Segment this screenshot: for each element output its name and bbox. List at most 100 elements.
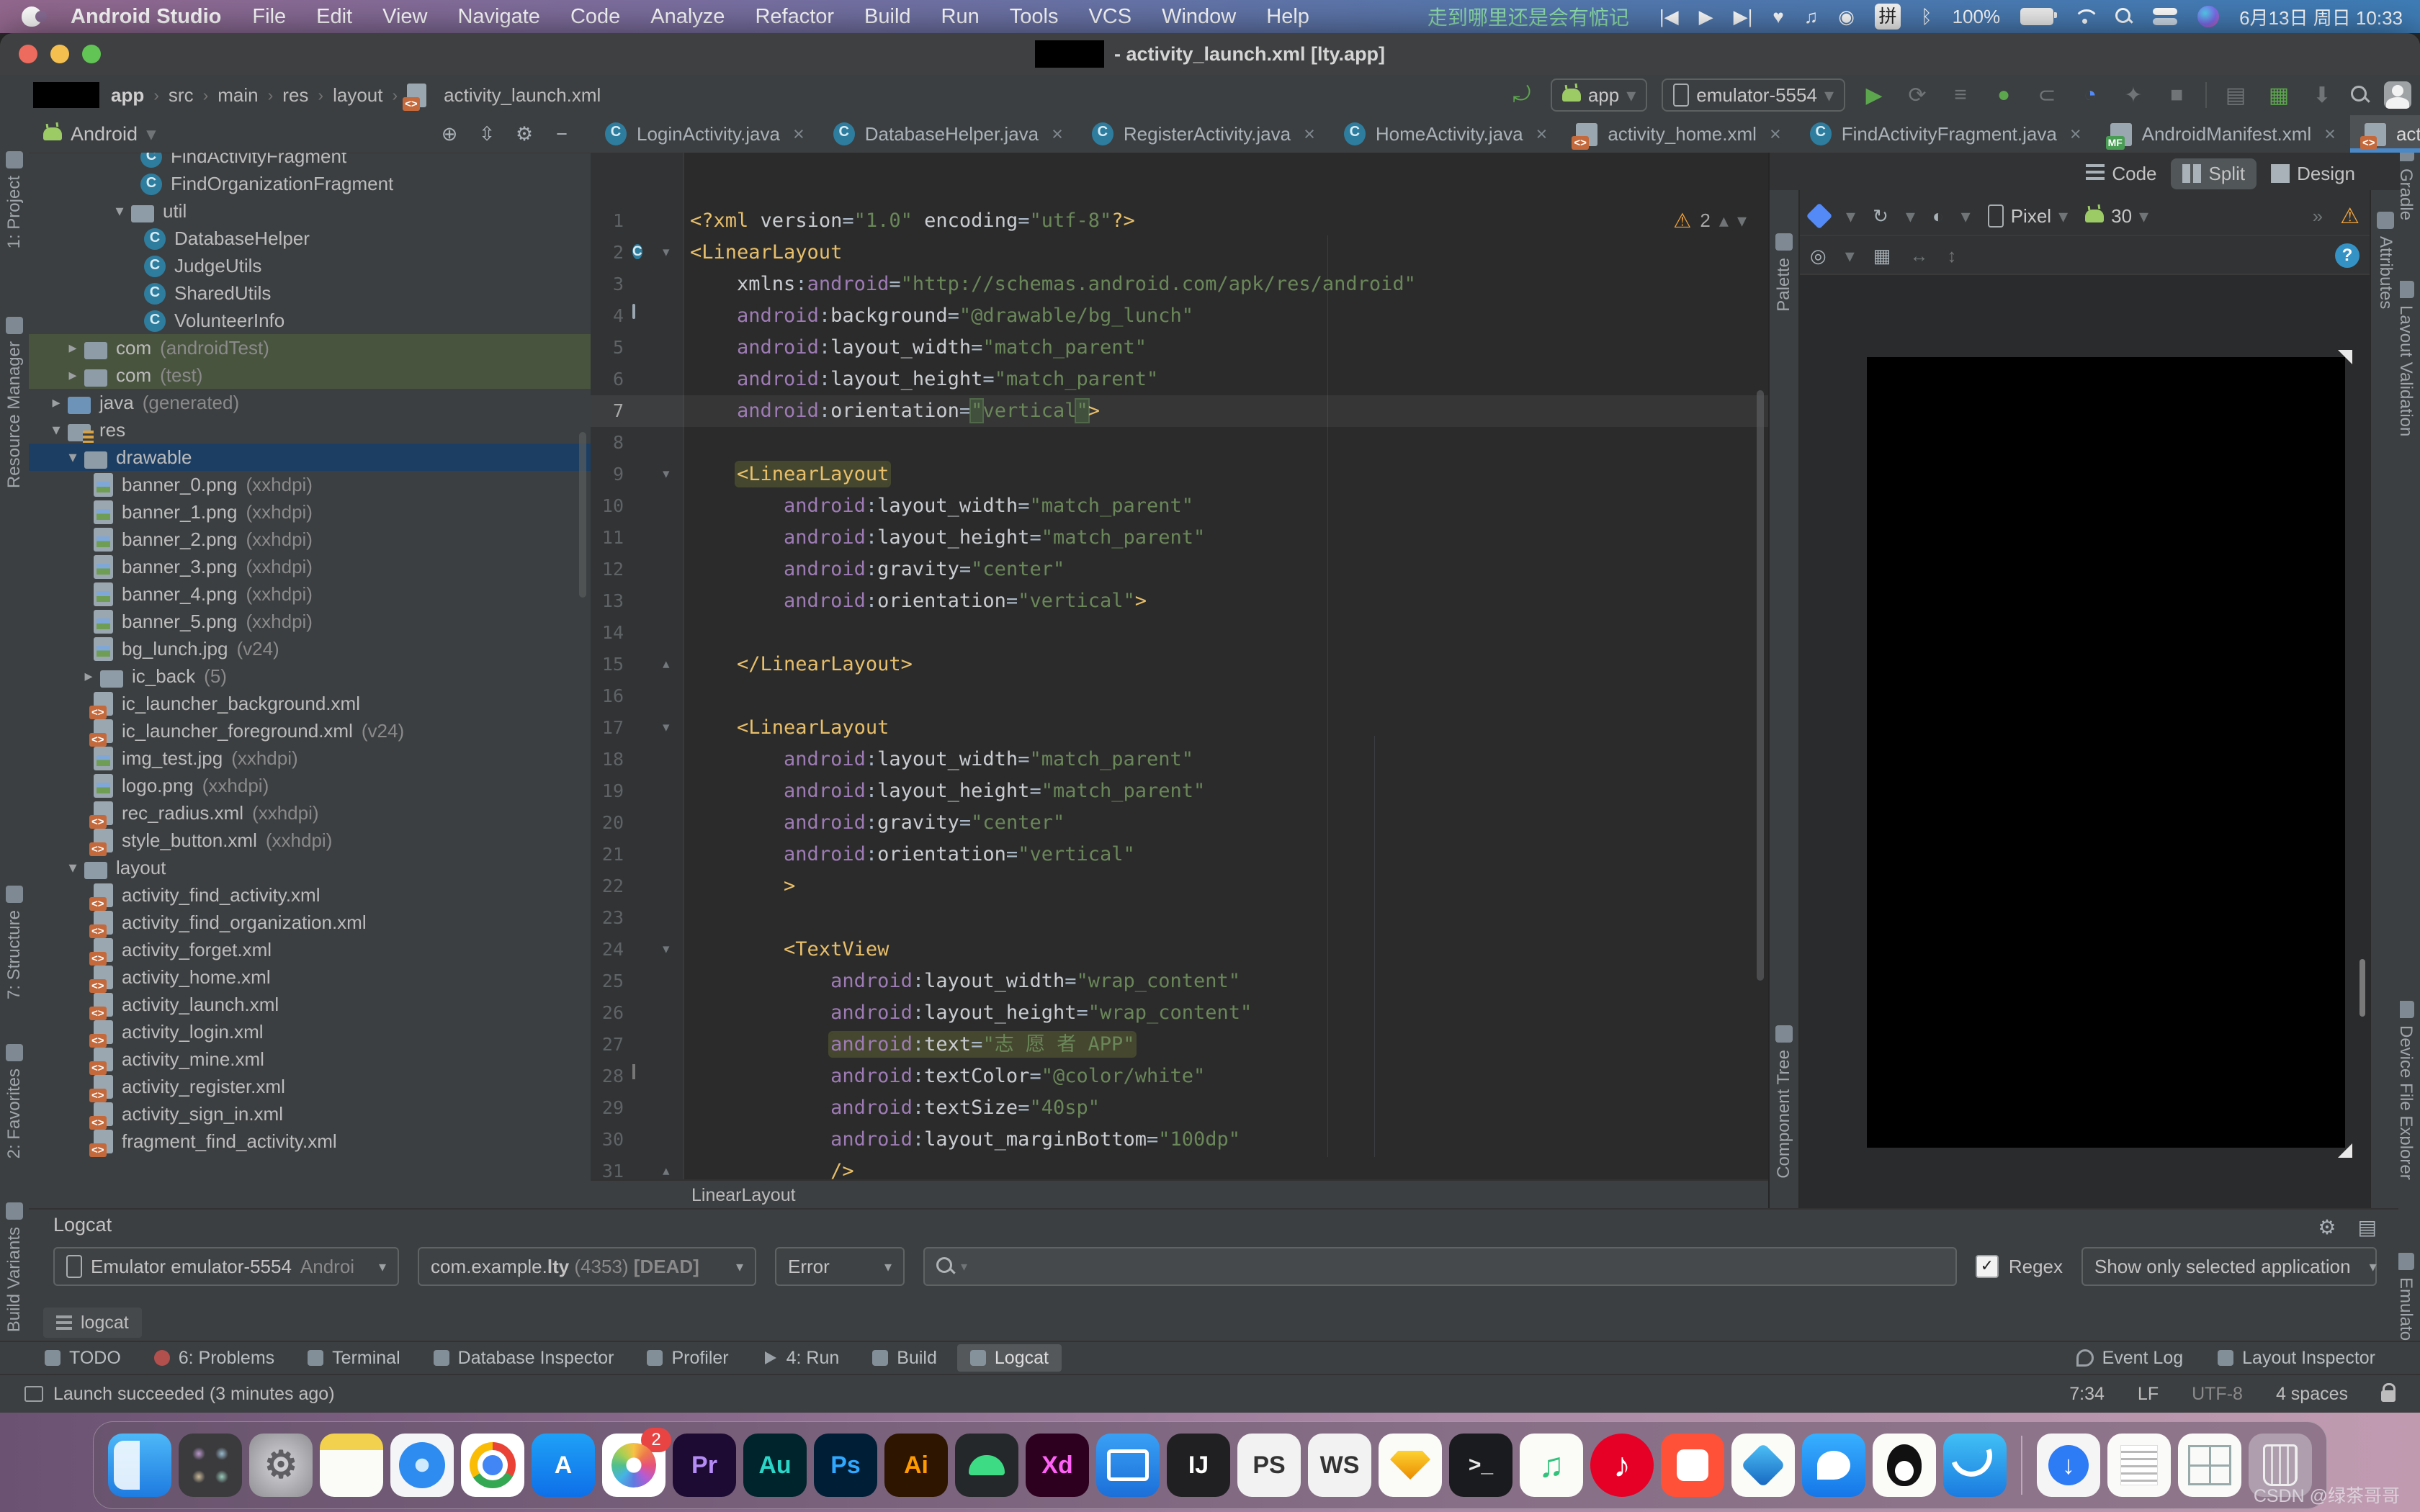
- tree-row[interactable]: banner_0.png(xxhdpi): [29, 471, 591, 498]
- chevron-expanded-icon[interactable]: ▾: [108, 202, 131, 220]
- mode-code[interactable]: Code: [2074, 158, 2168, 189]
- dock-icon-qq-music[interactable]: ♫: [1520, 1434, 1583, 1497]
- sync-project-icon[interactable]: ⤾: [1507, 81, 1536, 109]
- bluetooth-icon[interactable]: ᛒ: [1921, 6, 1932, 28]
- close-tab-icon[interactable]: ×: [1304, 123, 1315, 145]
- logcat-search-input[interactable]: ▾: [923, 1247, 1957, 1286]
- dock-icon-notes[interactable]: [320, 1434, 383, 1497]
- logcat-settings-gear-icon[interactable]: ⚙: [2318, 1215, 2336, 1239]
- editor-tab[interactable]: FindActivityFragment.java×: [1796, 115, 2096, 153]
- gear-icon[interactable]: ⚙: [510, 123, 539, 145]
- tree-row[interactable]: banner_5.png(xxhdpi): [29, 608, 591, 635]
- tree-row[interactable]: FindOrganizationFragment: [29, 170, 591, 197]
- dock-icon-photos[interactable]: 2: [602, 1434, 666, 1497]
- code-line[interactable]: 4 android:background="@drawable/bg_lunch…: [591, 300, 1768, 332]
- dock-icon-netease-music[interactable]: ♪: [1590, 1434, 1654, 1497]
- code-line[interactable]: 19 android:layout_height="match_parent": [591, 775, 1768, 807]
- tool-window-tab-database[interactable]: Database Inspector: [421, 1344, 627, 1372]
- code-line[interactable]: 24▾ <TextView: [591, 934, 1768, 966]
- tree-row[interactable]: banner_2.png(xxhdpi): [29, 526, 591, 553]
- breadcrumb-item[interactable]: layout: [333, 84, 382, 107]
- close-tab-icon[interactable]: ×: [1536, 123, 1548, 145]
- dock-icon-settings[interactable]: [249, 1434, 313, 1497]
- apply-code-changes-icon[interactable]: ≡: [1946, 81, 1975, 109]
- menu-item[interactable]: Help: [1251, 5, 1325, 29]
- locate-file-icon[interactable]: ⊕: [435, 123, 464, 145]
- editor-tab[interactable]: activity_home.xml×: [1561, 115, 1795, 153]
- logcat-level-select[interactable]: Error▾: [775, 1247, 905, 1286]
- breadcrumb-item[interactable]: app: [111, 84, 144, 107]
- code-line[interactable]: 30 android:layout_marginBottom="100dp": [591, 1124, 1768, 1156]
- editor-scrollbar[interactable]: [1757, 390, 1764, 981]
- logcat-subtab[interactable]: logcat: [43, 1308, 142, 1338]
- caret-position[interactable]: 7:34: [2069, 1384, 2105, 1405]
- tree-row[interactable]: activity_find_activity.xml: [29, 881, 591, 909]
- design-scrollbar[interactable]: [2360, 959, 2365, 1017]
- user-avatar[interactable]: [2384, 81, 2411, 109]
- menu-item[interactable]: Window: [1147, 5, 1251, 29]
- editor-tab[interactable]: LoginActivity.java×: [591, 115, 819, 153]
- tree-row[interactable]: activity_login.xml: [29, 1018, 591, 1045]
- breadcrumb-item[interactable]: main: [218, 84, 258, 107]
- avd-manager-icon[interactable]: ▦: [2264, 81, 2293, 109]
- stop-button[interactable]: ■: [2162, 81, 2191, 109]
- breadcrumb-item[interactable]: res: [282, 84, 308, 107]
- project-tree-scrollbar[interactable]: [579, 432, 586, 598]
- lock-icon[interactable]: [2381, 1390, 2396, 1402]
- tab-attributes[interactable]: Attributes: [2371, 212, 2400, 309]
- logcat-process-select[interactable]: com.example.lty (4353) [DEAD] ▾: [418, 1247, 756, 1286]
- play-circle-icon[interactable]: ◉: [1838, 6, 1855, 28]
- tree-row[interactable]: banner_4.png(xxhdpi): [29, 580, 591, 608]
- code-line[interactable]: 17▾ <LinearLayout: [591, 712, 1768, 744]
- spotlight-search-icon[interactable]: [2115, 8, 2133, 25]
- logcat-panel-layout-icon[interactable]: ▤: [2358, 1215, 2377, 1239]
- fold-marker-icon[interactable]: ▴: [663, 649, 670, 680]
- tree-row[interactable]: ▸com(androidTest): [29, 334, 591, 361]
- code-line[interactable]: 16: [591, 680, 1768, 712]
- tree-row[interactable]: ic_launcher_background.xml: [29, 690, 591, 717]
- run-button[interactable]: ▶: [1860, 81, 1888, 109]
- tree-row[interactable]: img_test.jpg(xxhdpi): [29, 744, 591, 772]
- dock-icon-tim[interactable]: [1943, 1434, 2007, 1497]
- fold-marker-icon[interactable]: ▾: [663, 459, 670, 490]
- code-line[interactable]: 6 android:layout_height="match_parent": [591, 364, 1768, 395]
- file-encoding[interactable]: UTF-8: [2192, 1384, 2243, 1405]
- device-picker[interactable]: Pixel▾: [1988, 204, 2068, 228]
- menu-item[interactable]: Edit: [301, 5, 367, 29]
- dock-icon-safari[interactable]: [390, 1434, 454, 1497]
- device-select[interactable]: emulator-5554▾: [1662, 78, 1845, 112]
- tree-row[interactable]: banner_3.png(xxhdpi): [29, 553, 591, 580]
- tab-component-tree[interactable]: Component Tree: [1770, 1025, 1798, 1179]
- code-line[interactable]: 14: [591, 617, 1768, 649]
- pan-icon[interactable]: ▦: [1873, 245, 1891, 267]
- menu-item[interactable]: File: [237, 5, 301, 29]
- media-previous-icon[interactable]: |◀: [1659, 6, 1679, 28]
- editor-tab[interactable]: DatabaseHelper.java×: [819, 115, 1077, 153]
- dock-icon-intellij[interactable]: IJ: [1167, 1434, 1230, 1497]
- resize-horizontal-icon[interactable]: ↔: [1909, 245, 1928, 267]
- attach-debugger-icon[interactable]: ⊂: [2033, 81, 2061, 109]
- dock-icon-youdao[interactable]: [1661, 1434, 1724, 1497]
- regex-checkbox[interactable]: ✓ Regex: [1976, 1255, 2063, 1278]
- profile-app-icon[interactable]: ✦: [2119, 81, 2148, 109]
- code-line[interactable]: 11 android:layout_height="match_parent": [591, 522, 1768, 554]
- apple-menu-icon[interactable]: [22, 6, 42, 27]
- media-next-icon[interactable]: ▶|: [1734, 6, 1753, 28]
- code-line[interactable]: 29 android:textSize="40sp": [591, 1092, 1768, 1124]
- tree-row[interactable]: activity_find_organization.xml: [29, 909, 591, 936]
- code-line[interactable]: 7 android:orientation="vertical">: [591, 395, 1768, 427]
- fold-marker-icon[interactable]: ▾: [663, 712, 670, 744]
- fold-marker-icon[interactable]: ▾: [663, 934, 670, 966]
- tool-window-tab-logcat[interactable]: Logcat: [957, 1344, 1062, 1372]
- tree-row[interactable]: ▸com(test): [29, 361, 591, 389]
- input-method-icon[interactable]: 拼: [1875, 4, 1901, 30]
- sdk-manager-icon[interactable]: ⬇: [2308, 81, 2336, 109]
- menu-item[interactable]: Navigate: [442, 5, 555, 29]
- mode-design[interactable]: Design: [2259, 158, 2367, 189]
- dock-icon-audition[interactable]: Au: [743, 1434, 807, 1497]
- resize-handle[interactable]: [2338, 350, 2352, 364]
- code-line[interactable]: 1<?xml version="1.0" encoding="utf-8"?>: [591, 205, 1768, 237]
- project-view-select[interactable]: Android: [71, 123, 138, 145]
- tool-window-tab-problems[interactable]: 6: Problems: [141, 1344, 287, 1372]
- menu-item[interactable]: Run: [926, 5, 995, 29]
